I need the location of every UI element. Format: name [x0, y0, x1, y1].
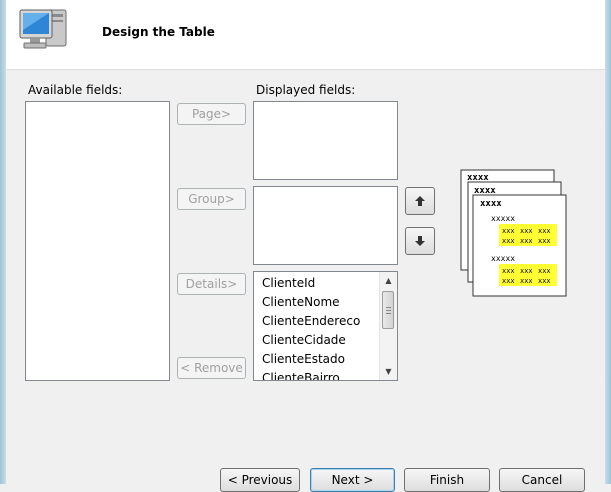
details-button[interactable]: Details> — [177, 273, 246, 295]
details-fields-list[interactable]: ClienteId ClienteNome ClienteEndereco Cl… — [253, 271, 398, 381]
preview-cell: xxx — [538, 277, 551, 285]
available-fields-label: Available fields: — [28, 83, 123, 97]
cancel-button[interactable]: Cancel — [499, 468, 585, 492]
list-item[interactable]: ClienteEstado — [254, 350, 380, 369]
preview-cell: xxx — [520, 227, 533, 235]
table-layout-preview: xxxx xxxx xxxx xxxxx xxx xxx xxx xxx xxx… — [460, 169, 567, 297]
displayed-fields-label: Displayed fields: — [256, 83, 356, 97]
scroll-thumb[interactable] — [382, 291, 394, 329]
preview-detail-marker: xxxx — [480, 199, 502, 209]
details-scrollbar[interactable]: ▲ ▼ — [379, 272, 397, 380]
preview-cell: xxx — [520, 267, 533, 275]
preview-cell: xxx — [502, 227, 515, 235]
list-item[interactable]: ClienteCidade — [254, 331, 380, 350]
wizard-header: Design the Table — [6, 0, 605, 70]
preview-sub-marker: xxxxx — [491, 214, 515, 223]
remove-button[interactable]: < Remove — [177, 357, 246, 379]
window-frame-right — [605, 0, 611, 484]
scroll-up-icon[interactable]: ▲ — [380, 272, 397, 289]
preview-cell: xxx — [502, 267, 515, 275]
move-up-button[interactable] — [405, 187, 435, 215]
wizard-title: Design the Table — [102, 25, 215, 39]
list-item[interactable]: ClienteId — [254, 274, 380, 293]
scroll-down-icon[interactable]: ▼ — [380, 363, 397, 380]
move-down-button[interactable] — [405, 227, 435, 255]
available-fields-list[interactable] — [25, 101, 170, 381]
preview-cell: xxx — [538, 227, 551, 235]
page-fields-list[interactable] — [253, 101, 398, 180]
list-item[interactable]: ClienteEndereco — [254, 312, 380, 331]
group-button[interactable]: Group> — [177, 188, 246, 210]
list-item[interactable]: ClienteNome — [254, 293, 380, 312]
group-fields-list[interactable] — [253, 186, 398, 265]
preview-group-marker: xxxx — [474, 186, 496, 196]
preview-cell: xxx — [520, 277, 533, 285]
window-frame-left — [0, 0, 6, 484]
arrow-up-icon — [415, 196, 425, 206]
preview-cell: xxx — [502, 277, 515, 285]
preview-cell: xxx — [538, 237, 551, 245]
preview-sub-marker: xxxxx — [491, 254, 515, 263]
finish-button[interactable]: Finish — [404, 468, 490, 492]
arrow-down-icon — [415, 236, 425, 246]
preview-cell: xxx — [538, 267, 551, 275]
page-button[interactable]: Page> — [177, 103, 246, 125]
previous-button[interactable]: < Previous — [220, 468, 300, 492]
next-button[interactable]: Next > — [310, 468, 395, 492]
preview-cell: xxx — [520, 237, 533, 245]
preview-page-marker: xxxx — [467, 173, 489, 183]
list-item[interactable]: ClienteBairro — [254, 369, 380, 380]
preview-cell: xxx — [502, 237, 515, 245]
computer-monitor-icon — [19, 9, 67, 49]
